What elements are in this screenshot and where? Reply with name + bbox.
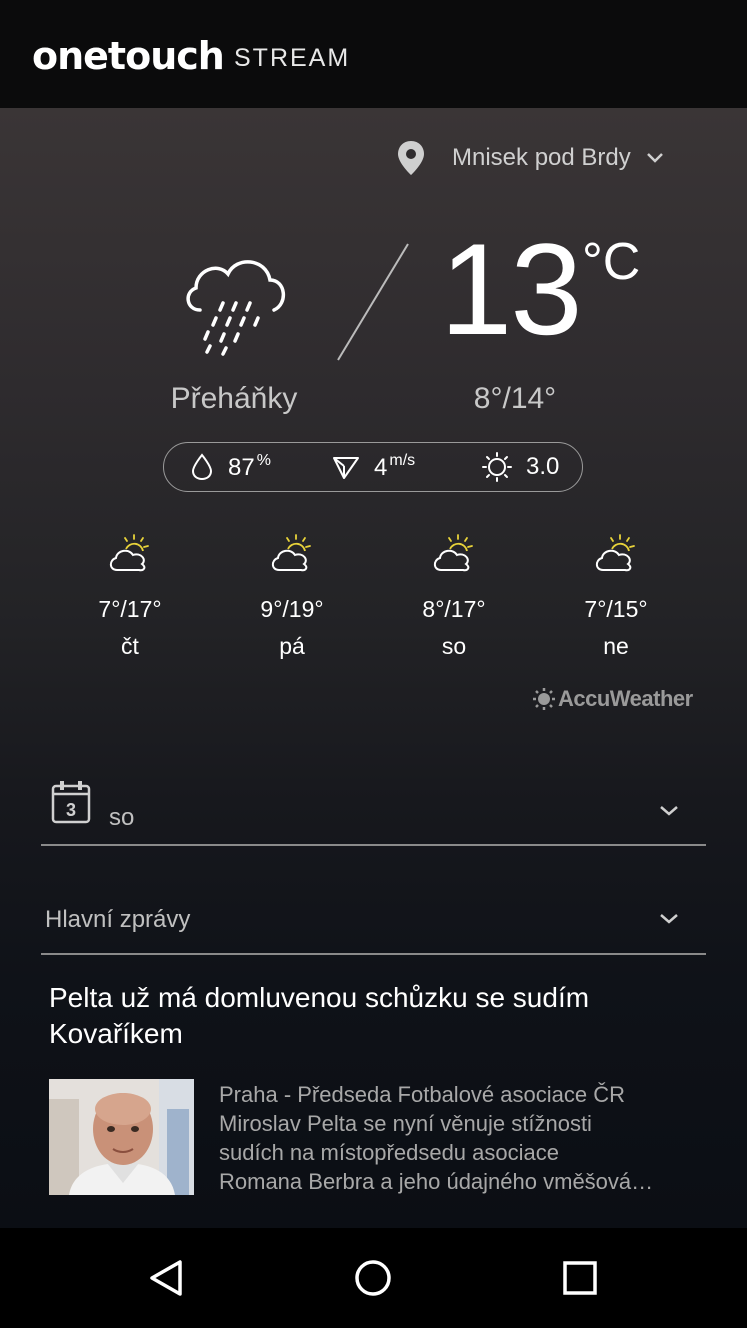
wind-value: 4 bbox=[374, 454, 388, 481]
forecast-day-label: ne bbox=[603, 633, 629, 659]
calendar-dropdown[interactable]: 3 so bbox=[41, 781, 706, 846]
wind-stat: 4 m/s bbox=[332, 443, 415, 491]
min-max-temperature: 8°/14° bbox=[473, 382, 557, 415]
forecast-temps: 8°/17° bbox=[422, 596, 486, 622]
brand-logo: onetouch bbox=[32, 34, 225, 78]
forecast-temps: 9°/19° bbox=[260, 596, 324, 622]
calendar-icon-day: 3 bbox=[66, 800, 76, 820]
humidity-stat: 87% bbox=[190, 443, 271, 491]
news-summary-line: Miroslav Pelta se nyní věnuje stížnosti bbox=[219, 1111, 592, 1136]
forecast-temps: 7°/15° bbox=[584, 596, 648, 622]
news-photo[interactable] bbox=[49, 1079, 194, 1195]
wind-unit: m/s bbox=[389, 452, 416, 469]
uv-stat: 3.0 bbox=[482, 443, 559, 491]
news-category-dropdown[interactable]: Hlavní zprávy bbox=[41, 904, 706, 955]
chevron-down-icon bbox=[660, 914, 678, 924]
droplet-icon bbox=[191, 453, 213, 481]
forecast-day[interactable]: 9°/19° pá bbox=[242, 534, 342, 660]
current-temperature: 13 bbox=[440, 216, 583, 362]
location-pin-icon bbox=[398, 141, 424, 175]
recents-square-icon bbox=[563, 1261, 597, 1295]
home-circle-icon bbox=[355, 1260, 391, 1296]
accuweather-logo[interactable]: AccuWeather bbox=[532, 686, 693, 712]
forecast-day[interactable]: 7°/17° čt bbox=[80, 534, 180, 660]
news-photo-image bbox=[49, 1079, 194, 1195]
news-summary-line: Praha - Předseda Fotbalové asociace ČR bbox=[219, 1082, 625, 1107]
news-summary-line: sudích na místopředsedu asociace bbox=[219, 1140, 559, 1165]
chevron-down-icon bbox=[660, 806, 678, 816]
home-button[interactable] bbox=[323, 1228, 423, 1328]
cloud-rain-icon bbox=[186, 260, 285, 356]
accuweather-label: AccuWeather bbox=[558, 686, 693, 711]
location-name: Mnisek pod Brdy bbox=[452, 144, 631, 171]
recents-button[interactable] bbox=[530, 1228, 630, 1328]
partly-sunny-icon bbox=[109, 534, 149, 572]
partly-sunny-icon bbox=[595, 534, 635, 572]
forecast-day-label: čt bbox=[121, 633, 139, 659]
sun-icon bbox=[482, 452, 512, 482]
news-category-label: Hlavní zprávy bbox=[45, 906, 191, 933]
news-summary[interactable]: Praha - Předseda Fotbalové asociace ČR M… bbox=[219, 1080, 709, 1196]
uv-value: 3.0 bbox=[526, 453, 560, 480]
forecast-day[interactable]: 7°/15° ne bbox=[566, 534, 666, 660]
forecast-day-label: pá bbox=[279, 633, 305, 659]
accuweather-sun-icon bbox=[533, 688, 555, 710]
partly-sunny-icon bbox=[433, 534, 473, 572]
back-button[interactable] bbox=[116, 1228, 216, 1328]
weather-stats-pill: 87% 4 m/s 3.0 bbox=[163, 442, 583, 492]
location-selector[interactable]: Mnisek pod Brdy bbox=[396, 140, 665, 176]
forecast-day-label: so bbox=[441, 633, 467, 659]
condition-text: Přeháňky bbox=[170, 382, 298, 415]
calendar-label: so bbox=[109, 804, 135, 831]
app-header: onetouch STREAM bbox=[0, 0, 747, 108]
temperature-unit: °C bbox=[582, 233, 641, 291]
forecast-temps: 7°/17° bbox=[98, 596, 162, 622]
forecast-day[interactable]: 8°/17° so bbox=[404, 534, 504, 660]
calendar-icon: 3 bbox=[51, 781, 91, 824]
news-summary-line: Romana Berbra a jeho údajného vměšová… bbox=[219, 1169, 654, 1194]
divider-slash bbox=[337, 243, 409, 361]
system-navigation-bar bbox=[0, 1228, 747, 1328]
stream-feed[interactable]: Mnisek pod Brdy 13 °C Přeháňky 8°/14° 87… bbox=[0, 108, 747, 1228]
chevron-down-icon bbox=[646, 153, 663, 163]
humidity-unit: % bbox=[256, 452, 271, 469]
news-headline[interactable]: Pelta už má domluvenou schůzku se sudím … bbox=[49, 980, 689, 1052]
partly-sunny-icon bbox=[271, 534, 311, 572]
brand-subtitle: STREAM bbox=[234, 44, 351, 72]
back-triangle-icon bbox=[150, 1260, 182, 1296]
wind-direction-icon bbox=[333, 457, 359, 479]
humidity-value: 87 bbox=[228, 454, 255, 481]
